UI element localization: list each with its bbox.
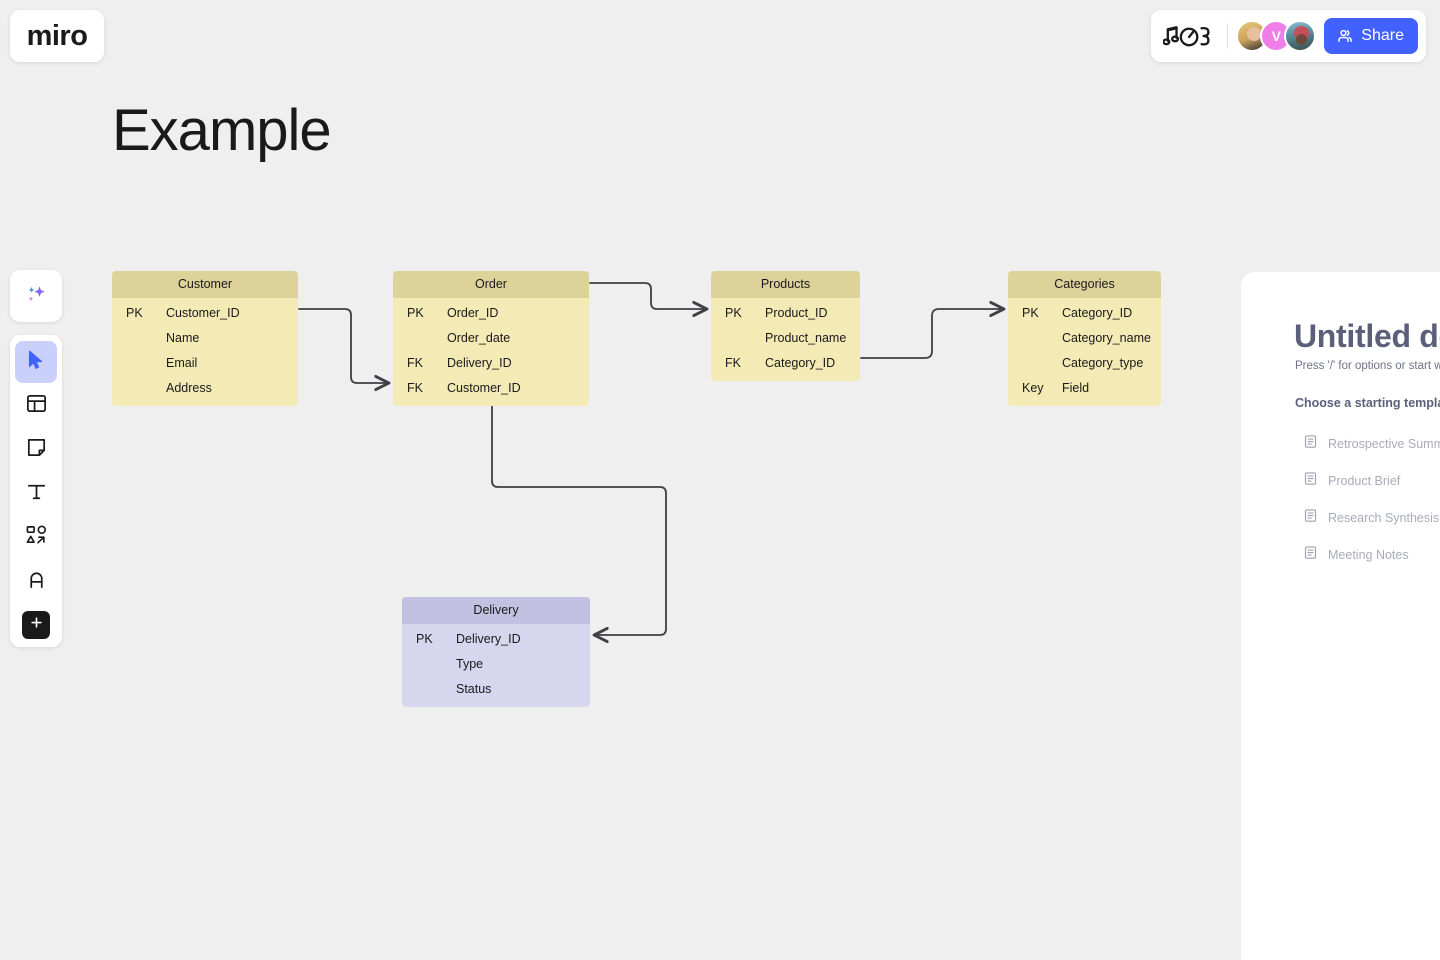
miro-board-app: miro V <box>0 0 1440 960</box>
er-row: Product_name <box>711 325 860 350</box>
er-row: Category_name <box>1008 325 1161 350</box>
er-row-key: FK <box>393 381 447 395</box>
er-row-field: Category_ID <box>765 356 835 370</box>
er-row: KeyField <box>1008 375 1161 400</box>
er-row: FKCustomer_ID <box>393 375 589 400</box>
er-row-field: Customer_ID <box>166 306 240 320</box>
er-row-field: Status <box>456 682 491 696</box>
er-table-body: PKCategory_IDCategory_nameCategory_typeK… <box>1008 298 1161 406</box>
er-row: Address <box>112 375 298 400</box>
connector-customer-to-order[interactable] <box>299 309 389 383</box>
er-row-field: Category_ID <box>1062 306 1132 320</box>
template-item-label: Retrospective Summary <box>1328 437 1440 451</box>
connector-order-to-products[interactable] <box>590 283 707 309</box>
er-row-field: Field <box>1062 381 1089 395</box>
er-row: FKDelivery_ID <box>393 350 589 375</box>
er-row-field: Customer_ID <box>447 381 521 395</box>
er-row-key: PK <box>393 306 447 320</box>
er-table-title: Categories <box>1008 271 1161 298</box>
er-table-customer[interactable]: CustomerPKCustomer_IDNameEmailAddress <box>112 271 298 406</box>
er-table-body: PKDelivery_ID Type Status <box>402 624 590 707</box>
er-row: Status <box>402 676 590 701</box>
er-table-title: Customer <box>112 271 298 298</box>
er-table-order[interactable]: OrderPKOrder_IDOrder_dateFKDelivery_IDFK… <box>393 271 589 406</box>
er-row-key: PK <box>711 306 765 320</box>
document-icon <box>1303 545 1318 565</box>
er-row-key: Key <box>1008 381 1062 395</box>
er-table-delivery[interactable]: DeliveryPKDelivery_IDTypeStatus <box>402 597 590 707</box>
er-row-field: Address <box>166 381 212 395</box>
er-row: PKCategory_ID <box>1008 300 1161 325</box>
er-row-field: Delivery_ID <box>447 356 512 370</box>
document-icon <box>1303 471 1318 491</box>
doc-placeholder-hint: Press '/' for options or start writing <box>1295 360 1440 372</box>
er-table-categories[interactable]: CategoriesPKCategory_IDCategory_nameCate… <box>1008 271 1161 406</box>
er-table-body: PKProduct_IDProduct_nameFKCategory_ID <box>711 298 860 381</box>
er-row-key: PK <box>112 306 166 320</box>
er-row-field: Category_type <box>1062 356 1143 370</box>
er-row: Name <box>112 325 298 350</box>
er-row: Type <box>402 651 590 676</box>
er-row-field: Name <box>166 331 199 345</box>
er-table-products[interactable]: ProductsPKProduct_IDProduct_nameFKCatego… <box>711 271 860 381</box>
template-item-label: Research Synthesis <box>1328 511 1439 525</box>
template-item[interactable]: Retrospective Summary <box>1303 425 1440 462</box>
er-row-field: Order_ID <box>447 306 498 320</box>
er-row-key: FK <box>393 356 447 370</box>
er-row-key: FK <box>711 356 765 370</box>
er-row: Email <box>112 350 298 375</box>
er-table-title: Delivery <box>402 597 590 624</box>
er-row-key: PK <box>402 632 456 646</box>
template-item[interactable]: Product Brief <box>1303 462 1440 499</box>
er-row-field: Product_ID <box>765 306 828 320</box>
template-item[interactable]: Research Synthesis <box>1303 499 1440 536</box>
er-row-field: Product_name <box>765 331 846 345</box>
er-row-field: Order_date <box>447 331 510 345</box>
template-item[interactable]: Meeting Notes <box>1303 536 1440 573</box>
document-icon <box>1303 508 1318 528</box>
er-row: PKProduct_ID <box>711 300 860 325</box>
er-row-field: Delivery_ID <box>456 632 521 646</box>
connector-products-to-categories[interactable] <box>861 309 1004 358</box>
er-table-body: PKOrder_IDOrder_dateFKDelivery_IDFKCusto… <box>393 298 589 406</box>
er-row-field: Category_name <box>1062 331 1151 345</box>
er-table-title: Order <box>393 271 589 298</box>
doc-title[interactable]: Untitled doc <box>1294 318 1440 355</box>
er-row: PKDelivery_ID <box>402 626 590 651</box>
er-row-field: Type <box>456 657 483 671</box>
template-list: Retrospective Summary Product Brief Resear… <box>1303 425 1440 573</box>
er-connectors <box>0 0 1440 960</box>
template-item-label: Meeting Notes <box>1328 548 1409 562</box>
er-row: FKCategory_ID <box>711 350 860 375</box>
er-row: PKCustomer_ID <box>112 300 298 325</box>
template-item-label: Product Brief <box>1328 474 1400 488</box>
doc-template-subheading: Choose a starting template <box>1295 396 1440 410</box>
er-row-field: Email <box>166 356 197 370</box>
er-row: Category_type <box>1008 350 1161 375</box>
document-panel[interactable]: Untitled doc Press '/' for options or st… <box>1241 272 1440 960</box>
er-row: PKOrder_ID <box>393 300 589 325</box>
er-row-key: PK <box>1008 306 1062 320</box>
document-icon <box>1303 434 1318 454</box>
er-row: Order_date <box>393 325 589 350</box>
er-table-title: Products <box>711 271 860 298</box>
er-table-body: PKCustomer_ID Name Email Address <box>112 298 298 406</box>
